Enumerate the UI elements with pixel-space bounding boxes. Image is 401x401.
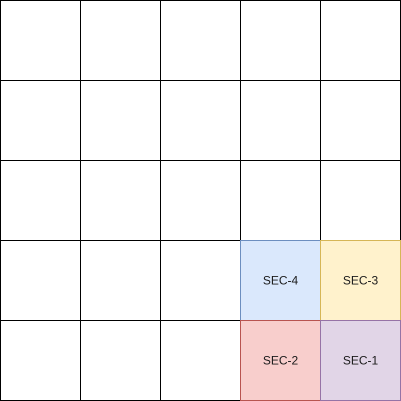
section-label: SEC-3 [343,274,379,288]
grid-cell [0,240,81,321]
grid-cell [160,0,241,81]
grid-cell [320,0,401,81]
section-label: SEC-4 [263,274,299,288]
grid-cell [0,80,81,161]
section-label: SEC-2 [263,354,299,368]
grid-cell [80,320,161,401]
grid-cell [0,160,81,241]
grid-cell [160,240,241,321]
grid-cell [240,160,321,241]
section-label: SEC-1 [343,354,379,368]
grid-cell [240,80,321,161]
grid-cell [160,320,241,401]
grid-cell [320,160,401,241]
grid-cell [160,80,241,161]
grid-cell [80,80,161,161]
grid-cell [80,240,161,321]
grid-cell [0,0,81,81]
grid-cell [240,0,321,81]
grid-cell [160,160,241,241]
grid-cell [0,320,81,401]
grid-cell [320,80,401,161]
grid-cell [80,160,161,241]
section-grid-diagram: SEC-4 SEC-3 SEC-2 SEC-1 [0,0,401,401]
grid-cell [80,0,161,81]
grid-cells [0,0,401,401]
